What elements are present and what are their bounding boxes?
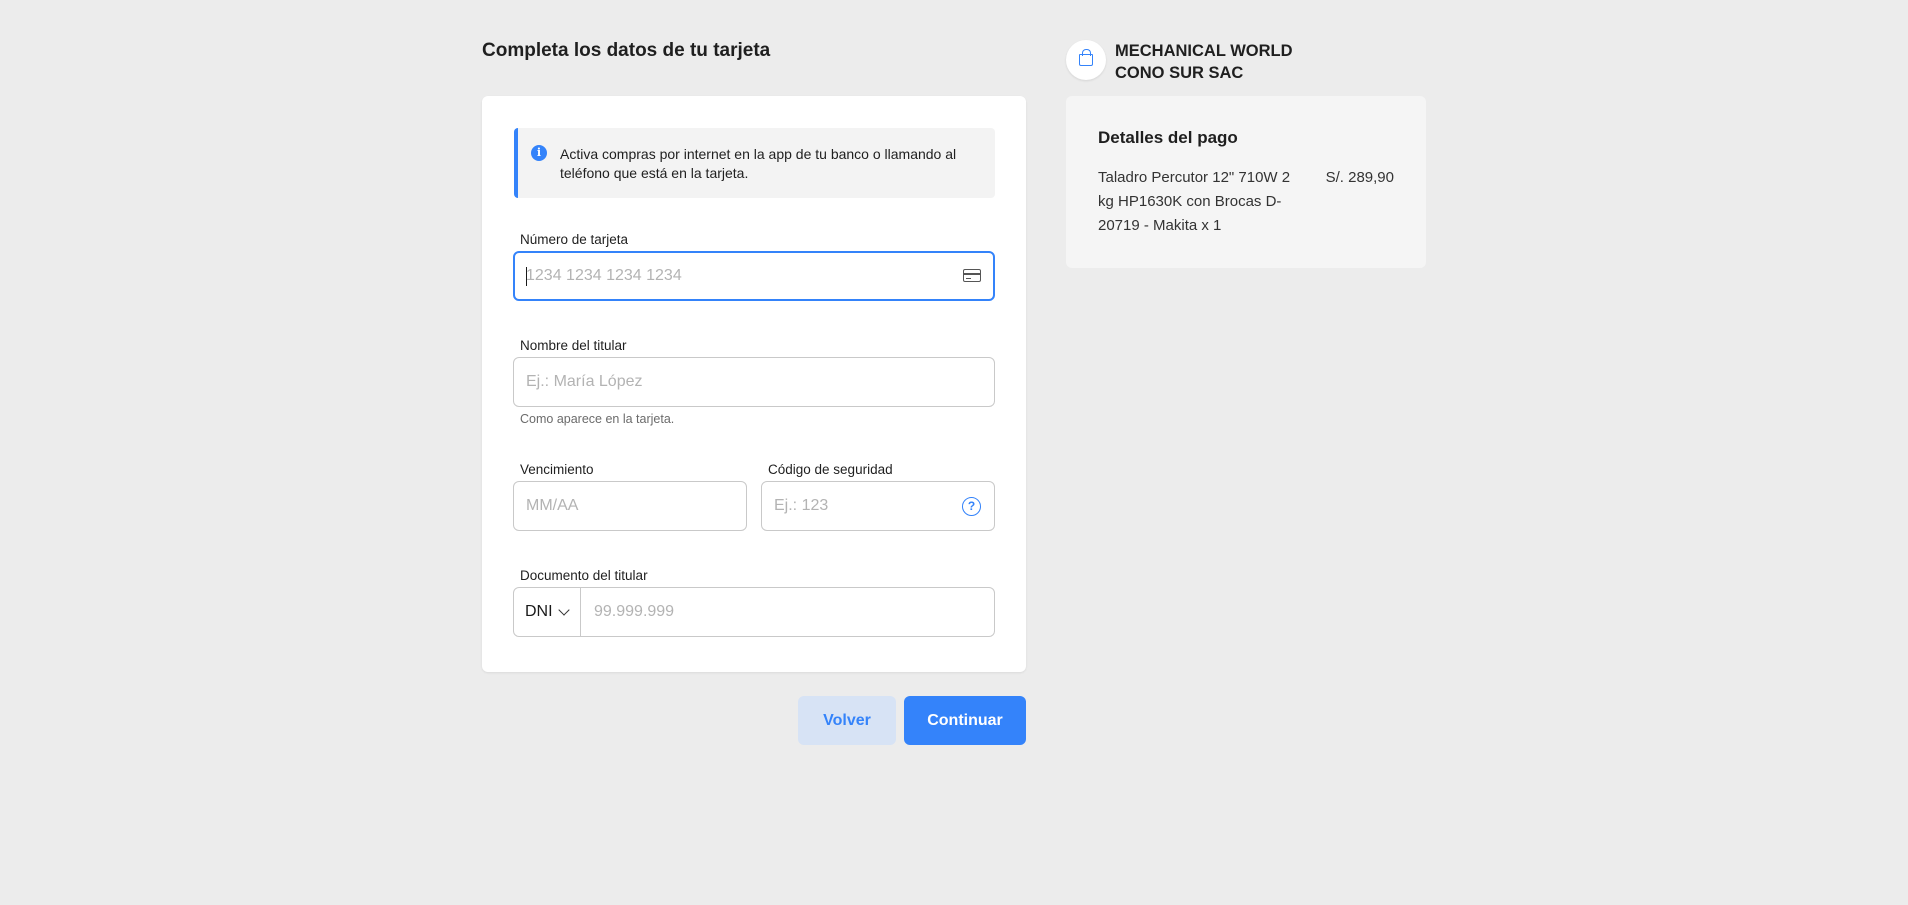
info-banner: i Activa compras por internet en la app … (514, 128, 995, 198)
card-form: i Activa compras por internet en la app … (482, 96, 1026, 672)
product-price: S/. 289,90 (1325, 169, 1394, 186)
text-caret (526, 267, 527, 286)
expiry-input[interactable] (526, 482, 726, 530)
document-field: DNI (513, 587, 995, 637)
back-button[interactable]: Volver (798, 696, 896, 745)
document-type-value: DNI (525, 603, 553, 620)
security-code-input[interactable] (774, 482, 944, 530)
merchant-name: MECHANICAL WORLD CONO SUR SAC (1115, 42, 1293, 82)
chevron-down-icon (558, 604, 570, 616)
help-icon[interactable]: ? (962, 497, 981, 516)
payment-summary: Detalles del pago Taladro Percutor 12" 7… (1066, 96, 1426, 268)
holder-name-field[interactable] (513, 357, 995, 407)
shopping-bag-icon (1079, 49, 1093, 66)
document-type-select[interactable]: DNI (514, 588, 581, 636)
expiry-label: Vencimiento (520, 462, 594, 477)
summary-title: Detalles del pago (1098, 128, 1238, 147)
card-number-label: Número de tarjeta (520, 232, 629, 247)
holder-name-label: Nombre del titular (520, 338, 627, 353)
info-icon: i (531, 145, 547, 161)
info-banner-text: Activa compras por internet en la app de… (560, 146, 957, 181)
card-number-field[interactable] (513, 251, 995, 301)
holder-name-helper: Como aparece en la tarjeta. (520, 412, 675, 426)
page-title: Completa los datos de tu tarjeta (482, 40, 771, 61)
document-number-input[interactable] (594, 588, 984, 636)
security-code-field[interactable]: ? (761, 481, 995, 531)
merchant-logo (1066, 40, 1106, 80)
card-number-input[interactable] (526, 253, 946, 299)
security-code-label: Código de seguridad (768, 462, 893, 477)
document-label: Documento del titular (520, 568, 648, 583)
holder-name-input[interactable] (526, 358, 976, 406)
product-description: Taladro Percutor 12" 710W 2 kg HP1630K c… (1098, 169, 1291, 234)
credit-card-icon (963, 269, 981, 282)
continue-button[interactable]: Continuar (904, 696, 1026, 745)
expiry-field[interactable] (513, 481, 747, 531)
